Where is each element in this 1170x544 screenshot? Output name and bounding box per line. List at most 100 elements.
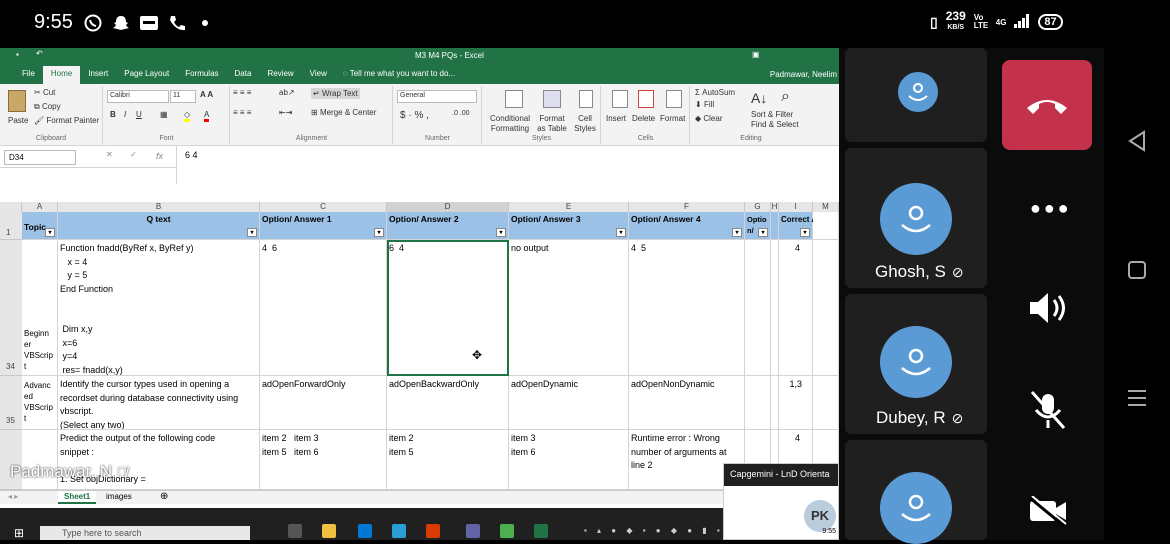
task-view-icon[interactable] <box>288 524 302 538</box>
cell-g[interactable] <box>745 376 771 430</box>
tab-insert[interactable]: Insert <box>80 66 116 84</box>
cell-correct-answer[interactable]: 1,3 <box>779 376 813 430</box>
insert-button[interactable]: Insert <box>606 114 626 123</box>
clear-button[interactable]: ◆ Clear <box>695 114 723 123</box>
font-name-select[interactable]: Calibri <box>107 90 169 103</box>
header-opt3[interactable]: Option/ Answer 3 ▾ <box>509 212 629 240</box>
skype-icon[interactable] <box>392 524 406 538</box>
file-explorer-icon[interactable] <box>322 524 336 538</box>
conditional-format-button[interactable]: Conditional Formatting <box>485 114 535 134</box>
cell-q-text[interactable]: Function fnadd(ByRef x, ByRef y) x = 4 y… <box>58 240 260 376</box>
header-opt1[interactable]: Option/ Answer 1 ▾ <box>260 212 387 240</box>
participant-tile[interactable] <box>845 440 987 544</box>
filter-icon[interactable]: ▾ <box>45 228 55 237</box>
tell-me-box[interactable]: ◌ Tell me what you want to do... <box>335 66 463 84</box>
formula-input[interactable]: 6 4 <box>176 146 839 184</box>
col-header-m[interactable]: M <box>813 202 839 212</box>
tab-review[interactable]: Review <box>259 66 301 84</box>
user-name[interactable]: Padmawar, Neelim <box>770 70 837 79</box>
format-painter-button[interactable]: 🖌 Format Painter <box>34 116 99 125</box>
filter-icon[interactable]: ▾ <box>374 228 384 237</box>
camera-button[interactable] <box>1028 495 1068 531</box>
wrap-text-button[interactable]: ↵ Wrap Text <box>311 88 360 99</box>
header-m[interactable] <box>813 212 839 240</box>
cell-q-text[interactable]: Identify the cursor types used in openin… <box>58 376 260 430</box>
name-box[interactable]: D34 <box>4 150 76 165</box>
number-format-select[interactable]: General <box>397 90 477 103</box>
border-icon[interactable]: ▦ <box>160 110 168 119</box>
sort-filter-button[interactable]: Sort & Filter Find & Select <box>751 110 811 130</box>
recents-icon[interactable] <box>1128 388 1146 408</box>
back-icon[interactable] <box>1126 130 1146 152</box>
row-header-1[interactable]: 1 <box>0 212 22 240</box>
row-header-35[interactable]: 35 <box>0 376 22 430</box>
header-q-text[interactable]: Q text ▾ <box>58 212 260 240</box>
tab-view[interactable]: View <box>302 66 335 84</box>
speaker-button[interactable] <box>1028 290 1068 331</box>
cell-opt4[interactable]: 4 5 <box>629 240 745 376</box>
cell-opt3[interactable]: adOpenDynamic <box>509 376 629 430</box>
taskbar-search[interactable]: Type here to search <box>40 526 250 540</box>
header-correct[interactable]: Correct Answer ▾ <box>779 212 839 240</box>
save-icon[interactable]: ▪ <box>16 50 19 59</box>
cell-styles-icon[interactable] <box>579 90 593 108</box>
col-header-b[interactable]: B <box>58 202 260 212</box>
col-header-g[interactable]: G <box>745 202 771 212</box>
align-left-icon[interactable]: ≡ ≡ ≡ <box>233 108 251 117</box>
col-header-c[interactable]: C <box>260 202 387 212</box>
paste-button[interactable]: Paste <box>8 116 28 125</box>
cell-opt2[interactable]: adOpenBackwardOnly <box>387 376 509 430</box>
home-icon[interactable] <box>1128 261 1146 279</box>
fx-icon[interactable]: fx <box>156 151 163 161</box>
col-header-e[interactable]: E <box>509 202 629 212</box>
sort-icon[interactable]: A↓ <box>751 90 767 106</box>
delete-button[interactable]: Delete <box>632 114 655 123</box>
add-sheet-icon[interactable]: ⊕ <box>160 491 168 502</box>
participant-tile[interactable] <box>845 48 987 142</box>
format-table-icon[interactable] <box>543 90 561 108</box>
windows-start-icon[interactable]: ⊞ <box>14 526 24 540</box>
header-h[interactable] <box>771 212 779 240</box>
filter-icon[interactable]: ▾ <box>496 228 506 237</box>
cell-styles-button[interactable]: Cell Styles <box>571 114 599 134</box>
delete-cells-icon[interactable] <box>638 90 654 108</box>
font-grow-icon[interactable]: A A <box>200 90 213 99</box>
cell-opt1[interactable]: item 2 item 3 item 5 item 6 <box>260 430 387 490</box>
undo-icon[interactable]: ↶ <box>36 49 43 58</box>
tab-home[interactable]: Home <box>42 66 81 84</box>
filter-icon[interactable]: ▾ <box>758 228 768 237</box>
end-call-button[interactable] <box>1002 60 1092 150</box>
enter-icon[interactable]: ✓ <box>130 150 137 159</box>
col-header-d[interactable]: D <box>387 202 509 212</box>
teams-icon[interactable] <box>466 524 480 538</box>
paste-icon[interactable] <box>8 90 26 112</box>
participant-tile-ghosh[interactable]: Ghosh, S ⊘ <box>845 148 987 288</box>
cell-topic[interactable]: Beginn er VBScrip t <box>22 240 58 376</box>
currency-icon[interactable]: $ · % , <box>400 110 429 121</box>
chrome-icon[interactable] <box>500 524 514 538</box>
cell-opt2[interactable]: item 2 item 5 <box>387 430 509 490</box>
more-options-button[interactable]: ●●● <box>1030 198 1072 219</box>
col-header-h[interactable]: H <box>771 202 779 212</box>
cell-g[interactable] <box>745 240 771 376</box>
ribbon-display-icon[interactable]: ▣ <box>752 50 760 59</box>
font-size-select[interactable]: 11 <box>170 90 196 103</box>
col-header-f[interactable]: F <box>629 202 745 212</box>
format-cells-icon[interactable] <box>666 90 682 108</box>
underline-icon[interactable]: U <box>136 110 142 119</box>
cell-correct-answer[interactable]: 4 <box>779 240 813 376</box>
sheet-tab-sheet1[interactable]: Sheet1 <box>58 491 97 504</box>
cell-opt4[interactable]: adOpenNonDynamic <box>629 376 745 430</box>
tab-file[interactable]: File <box>14 66 43 84</box>
prev-sheet-icon[interactable]: ◂ ▸ <box>8 492 18 501</box>
participant-tile-dubey[interactable]: Dubey, R ⊘ <box>845 294 987 434</box>
filter-icon[interactable]: ▾ <box>616 228 626 237</box>
cancel-icon[interactable]: ✕ <box>106 150 113 159</box>
sheet-tab-images[interactable]: images <box>100 491 138 504</box>
decimal-icon[interactable]: .0 .00 <box>452 110 470 117</box>
format-table-button[interactable]: Format as Table <box>535 114 569 134</box>
tab-page-layout[interactable]: Page Layout <box>116 66 177 84</box>
cell-m[interactable] <box>813 240 839 376</box>
filter-icon[interactable]: ▾ <box>247 228 257 237</box>
autosum-button[interactable]: Σ AutoSum <box>695 88 735 97</box>
